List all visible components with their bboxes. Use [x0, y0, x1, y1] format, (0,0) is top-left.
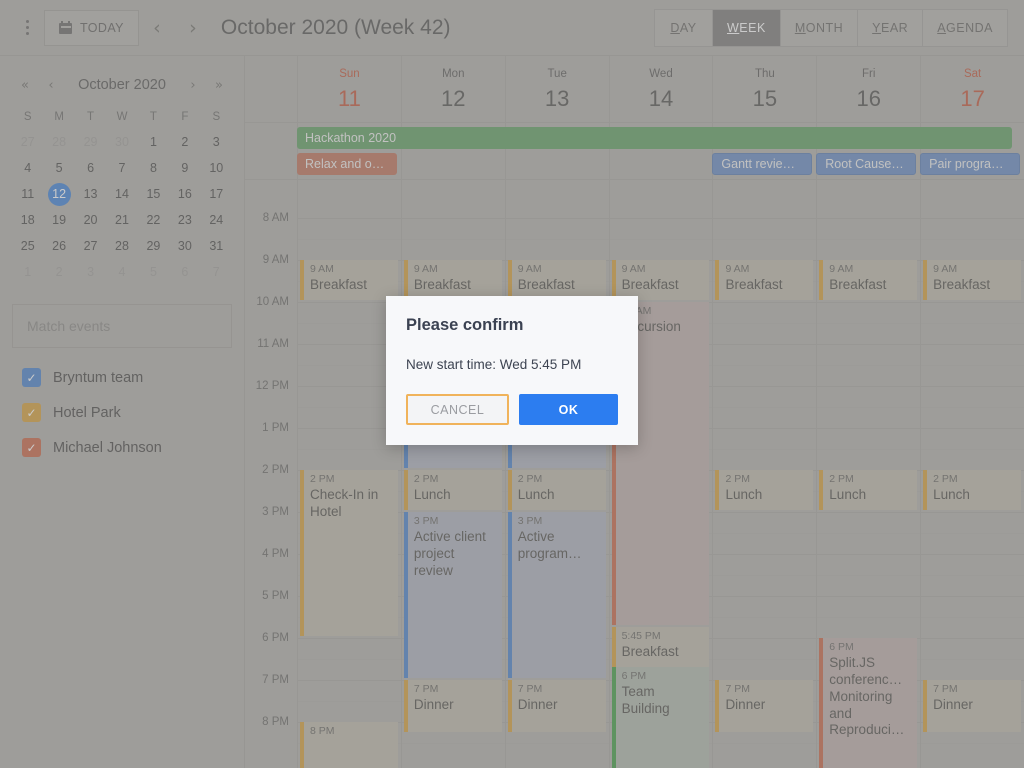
dialog-title: Please confirm [406, 316, 524, 334]
confirm-dialog: Please confirm New start time: Wed 5:45 … [386, 296, 638, 445]
dialog-message: New start time: Wed 5:45 PM [406, 357, 582, 372]
ok-button[interactable]: OK [519, 394, 618, 425]
dialog-actions: CANCEL OK [386, 372, 638, 445]
calendar-app: TODAY ‹ › October 2020 (Week 42) D AY W EEK… [0, 0, 1024, 768]
cancel-button[interactable]: CANCEL [406, 394, 509, 425]
